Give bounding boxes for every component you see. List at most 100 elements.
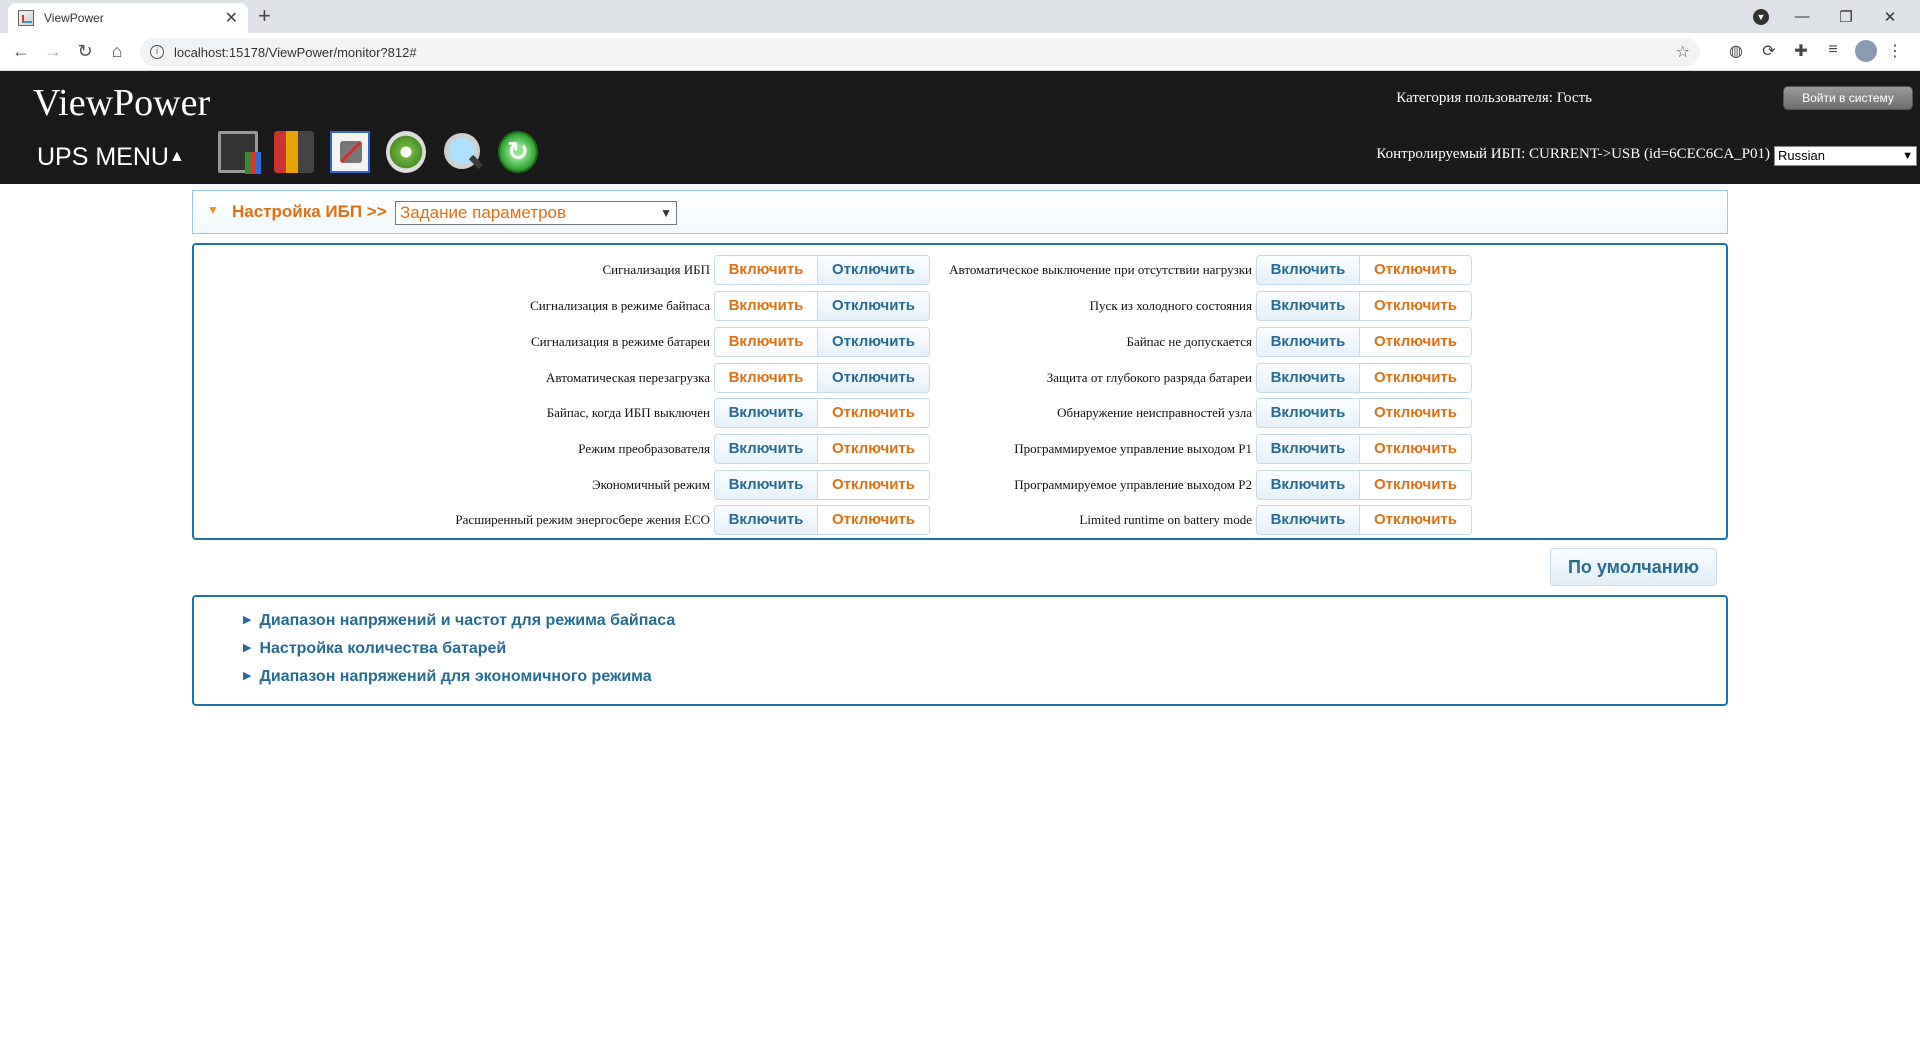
subsection-link[interactable]: ▶ Диапазон напряжений для экономичного ре… — [243, 668, 652, 686]
user-category: Категория пользователя: Гость — [1396, 90, 1592, 106]
option-label: Обнаружение неисправностей узла — [1057, 405, 1252, 420]
settings-mode-select[interactable]: Задание параметров ▼ — [395, 201, 677, 225]
option-row: Расширенный режим энергосбере жения ECO В… — [194, 504, 930, 536]
language-value: Russian — [1778, 148, 1825, 163]
settings-tools-icon[interactable] — [330, 131, 370, 173]
option-row: Limited runtime on battery mode Включить О… — [934, 504, 1472, 536]
enable-button[interactable]: Включить — [1256, 291, 1360, 321]
enable-button[interactable]: Включить — [714, 363, 818, 393]
enable-button[interactable]: Включить — [1256, 363, 1360, 393]
ups-menu-toggle[interactable]: UPS MENU▲ — [37, 143, 185, 172]
disable-button[interactable]: Отключить — [1360, 363, 1472, 393]
browser-toolbar: ← → ↻ ⌂ i localhost:15178/ViewPower/moni… — [0, 33, 1920, 71]
login-button[interactable]: Войти в систему — [1783, 86, 1913, 110]
triangle-right-icon: ▶ — [243, 670, 252, 682]
control-gear-icon[interactable] — [386, 131, 426, 173]
subsections-panel: ▶ Диапазон напряжений и частот для режима… — [192, 595, 1728, 706]
disable-button[interactable]: Отключить — [1360, 255, 1472, 285]
enable-button[interactable]: Включить — [714, 291, 818, 321]
option-row: Сигнализация в режиме батареи Включить Отк… — [194, 326, 930, 358]
disable-button[interactable]: Отключить — [818, 398, 930, 428]
tab-close-icon[interactable]: ✕ — [225, 8, 238, 28]
option-label: Сигнализация ИБП — [602, 262, 710, 277]
disable-button[interactable]: Отключить — [1360, 505, 1472, 535]
option-row: Пуск из холодного состояния Включить Отклю… — [934, 290, 1472, 322]
enable-button[interactable]: Включить — [714, 434, 818, 464]
log-books-icon[interactable] — [274, 131, 314, 173]
enable-button[interactable]: Включить — [1256, 327, 1360, 357]
triangle-up-icon: ▲ — [168, 148, 185, 165]
maximize-button[interactable]: ❐ — [1824, 8, 1868, 26]
extensions-puzzle-icon[interactable]: ✚ — [1790, 41, 1812, 61]
forward-icon[interactable]: → — [42, 41, 64, 61]
minimize-button[interactable]: — — [1780, 8, 1824, 25]
option-row: Байпас, когда ИБП выключен Включить Отключ… — [194, 397, 930, 429]
option-row: Режим преобразователя Включить Отключить — [194, 433, 930, 465]
subsection-link[interactable]: ▶ Диапазон напряжений и частот для режима… — [243, 612, 675, 630]
option-row: Экономичный режим Включить Отключить — [194, 469, 930, 501]
sync-extension-icon[interactable]: ⟳ — [1758, 41, 1780, 61]
option-row: Программируемое управление выходом P2 Вкл… — [934, 469, 1472, 501]
disable-button[interactable]: Отключить — [1360, 327, 1472, 357]
enable-button[interactable]: Включить — [714, 470, 818, 500]
enable-button[interactable]: Включить — [1256, 505, 1360, 535]
profile-avatar[interactable] — [1855, 40, 1877, 62]
disable-button[interactable]: Отключить — [1360, 291, 1472, 321]
option-label: Сигнализация в режиме байпаса — [530, 298, 710, 313]
enable-button[interactable]: Включить — [1256, 398, 1360, 428]
option-label: Пуск из холодного состояния — [1089, 298, 1252, 313]
disable-button[interactable]: Отключить — [818, 255, 930, 285]
disable-button[interactable]: Отключить — [818, 470, 930, 500]
site-info-icon[interactable]: i — [150, 45, 164, 59]
subsection-label: Настройка количества батарей — [259, 640, 507, 657]
translate-icon[interactable]: ◍ — [1725, 41, 1747, 61]
option-row: Сигнализация в режиме байпаса Включить Отк… — [194, 290, 930, 322]
tab-search-icon[interactable]: ▼ — [1753, 9, 1769, 25]
monitored-ups: Контролируемый ИБП: CURRENT->USB (id=6CE… — [1376, 146, 1770, 162]
browser-tab[interactable]: ViewPower ✕ — [8, 3, 248, 33]
disable-button[interactable]: Отключить — [818, 327, 930, 357]
window-close-button[interactable]: ✕ — [1868, 8, 1912, 26]
app-header: ViewPower Категория пользователя: Гость … — [0, 71, 1920, 184]
address-bar[interactable]: i localhost:15178/ViewPower/monitor?812#… — [140, 38, 1700, 66]
language-select[interactable]: Russian ▼ — [1774, 146, 1917, 166]
browser-menu-icon[interactable]: ⋮ — [1884, 41, 1906, 61]
default-button[interactable]: По умолчанию — [1550, 548, 1717, 586]
enable-button[interactable]: Включить — [714, 398, 818, 428]
search-icon[interactable] — [442, 131, 482, 173]
ups-menu-label: UPS MENU — [37, 143, 169, 171]
subsection-link[interactable]: ▶ Настройка количества батарей — [243, 640, 506, 658]
option-label: Расширенный режим энергосбере жения ECO — [455, 512, 710, 527]
tab-title: ViewPower — [44, 11, 104, 25]
disable-button[interactable]: Отключить — [1360, 434, 1472, 464]
enable-button[interactable]: Включить — [714, 505, 818, 535]
disable-button[interactable]: Отключить — [818, 363, 930, 393]
disable-button[interactable]: Отключить — [818, 291, 930, 321]
refresh-icon[interactable] — [498, 131, 538, 173]
option-row: Автоматическая перезагрузка Включить Отклю… — [194, 362, 930, 394]
settings-title-panel: ▼ Настройка ИБП >> Задание параметров ▼ — [192, 190, 1728, 234]
monitor-icon[interactable] — [218, 131, 261, 174]
disable-button[interactable]: Отключить — [1360, 398, 1472, 428]
subsection-label: Диапазон напряжений и частот для режима … — [259, 612, 676, 629]
enable-button[interactable]: Включить — [1256, 434, 1360, 464]
new-tab-button[interactable]: + — [258, 5, 271, 27]
home-icon[interactable]: ⌂ — [106, 41, 128, 61]
disable-button[interactable]: Отключить — [1360, 470, 1472, 500]
enable-button[interactable]: Включить — [714, 255, 818, 285]
browser-tab-bar: ViewPower ✕ + ▼ — ❐ ✕ — [0, 0, 1920, 33]
enable-button[interactable]: Включить — [714, 327, 818, 357]
bookmark-star-icon[interactable]: ☆ — [1676, 42, 1690, 62]
enable-button[interactable]: Включить — [1256, 470, 1360, 500]
back-icon[interactable]: ← — [10, 41, 32, 61]
toolbar-icons — [218, 131, 538, 174]
option-label: Байпас не допускается — [1126, 334, 1252, 349]
option-label: Программируемое управление выходом P1 — [1014, 441, 1252, 456]
disable-button[interactable]: Отключить — [818, 505, 930, 535]
disable-button[interactable]: Отключить — [818, 434, 930, 464]
window-controls: — ❐ ✕ — [1780, 0, 1912, 33]
enable-button[interactable]: Включить — [1256, 255, 1360, 285]
reload-icon[interactable]: ↻ — [74, 41, 96, 61]
option-row: Байпас не допускается Включить Отключить — [934, 326, 1472, 358]
reading-list-icon[interactable]: ≡ — [1822, 41, 1844, 59]
